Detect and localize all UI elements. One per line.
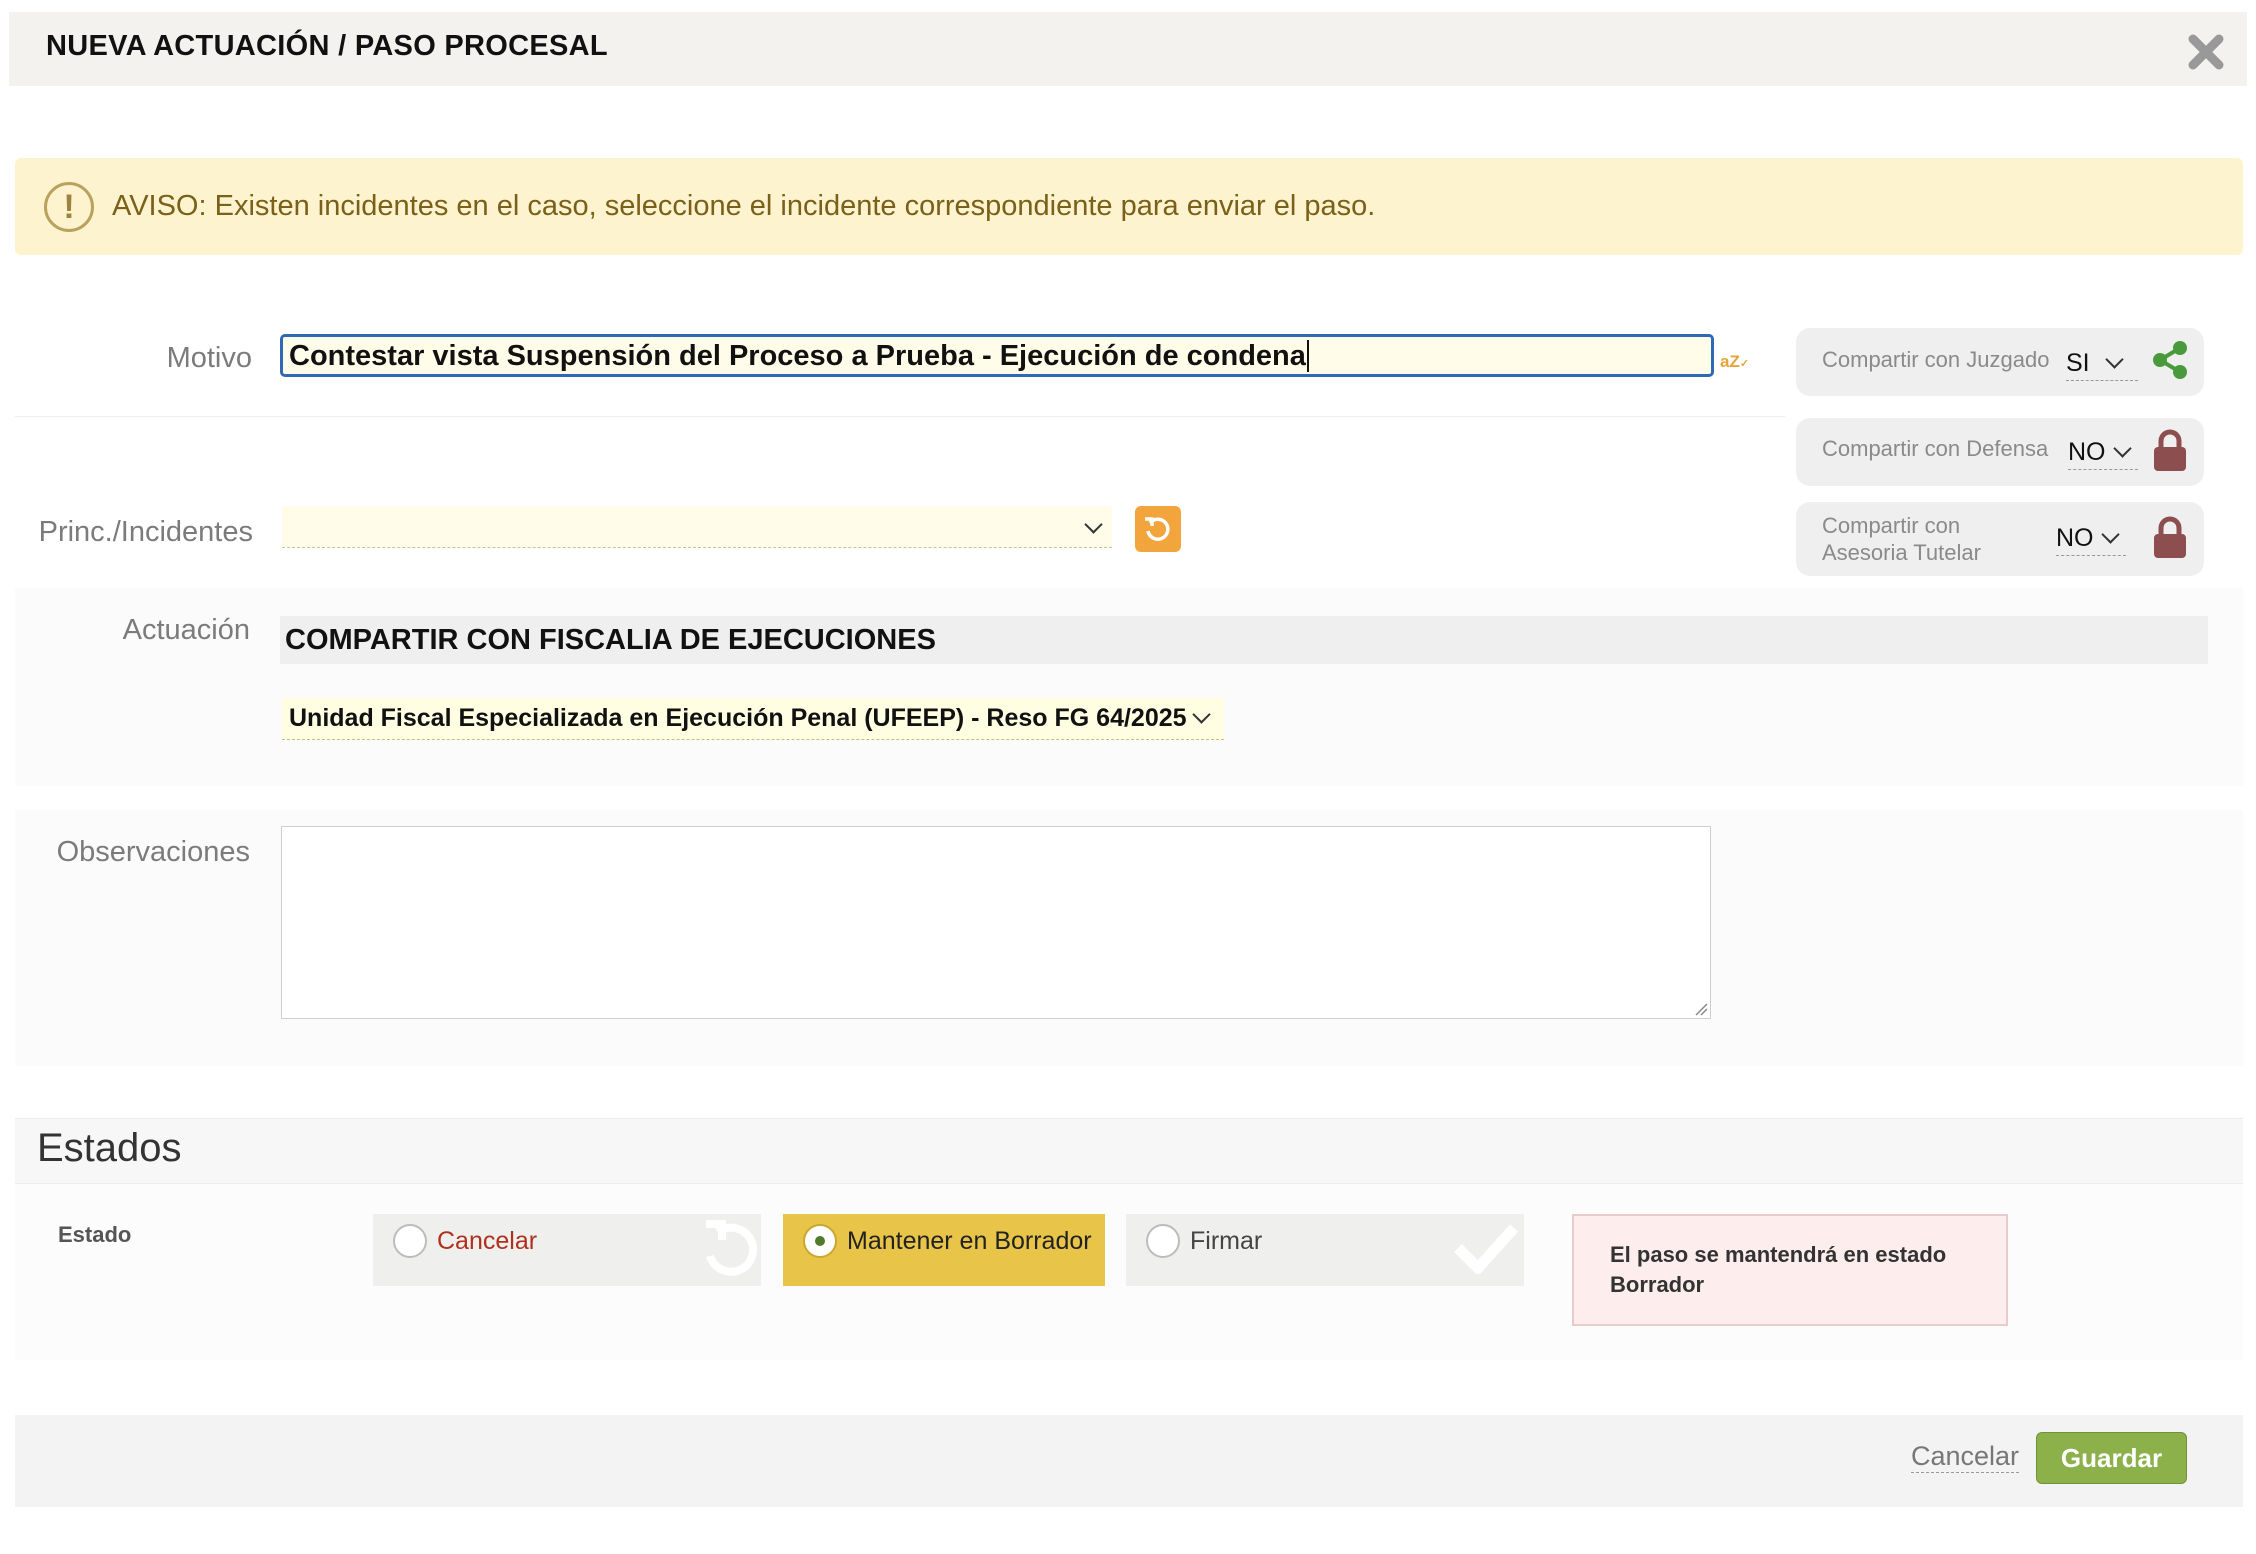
share-defensa-select[interactable]: NO	[2068, 438, 2138, 470]
radio-firmar[interactable]	[1146, 1224, 1180, 1258]
estado-label: Estado	[58, 1222, 132, 1247]
divider	[15, 416, 1785, 417]
estado-option-cancelar-label: Cancelar	[437, 1227, 538, 1255]
refresh-icon	[1145, 517, 1170, 541]
lock-icon	[2154, 516, 2186, 558]
unidad-fiscal-value: Unidad Fiscal Especializada en Ejecución…	[289, 704, 1211, 733]
warning-text: AVISO: Existen incidentes en el caso, se…	[112, 190, 1376, 222]
undo-icon	[706, 1220, 758, 1276]
estado-option-firmar-label: Firmar	[1190, 1227, 1263, 1255]
motivo-input[interactable]: Contestar vista Suspensión del Proceso a…	[280, 334, 1714, 377]
actuacion-label: Actuación	[122, 614, 250, 646]
radio-cancelar[interactable]	[393, 1224, 427, 1258]
share-juzgado-select[interactable]: SI	[2066, 349, 2138, 381]
exclamation-circle-icon: !	[44, 182, 94, 232]
observaciones-textarea[interactable]	[281, 826, 1711, 1019]
modal-footer	[15, 1415, 2243, 1507]
share-asesoria-select[interactable]: NO	[2056, 524, 2126, 556]
observaciones-label: Observaciones	[56, 836, 250, 868]
share-defensa-label: Compartir con Defensa	[1822, 436, 2049, 461]
modal-title: NUEVA ACTUACIÓN / PASO PROCESAL	[46, 30, 608, 62]
close-icon[interactable]	[2186, 32, 2226, 72]
princ-incidentes-select[interactable]	[282, 506, 1112, 548]
checkmark-icon	[1454, 1224, 1518, 1274]
motivo-label: Motivo	[166, 342, 252, 374]
refresh-button[interactable]	[1135, 506, 1181, 552]
share-icon[interactable]	[2152, 340, 2188, 380]
estado-option-borrador-label: Mantener en Borrador	[847, 1227, 1092, 1255]
actuacion-title: COMPARTIR CON FISCALIA DE EJECUCIONES	[285, 624, 936, 656]
estados-header	[15, 1118, 2243, 1184]
share-asesoria-label: Compartir con Asesoria Tutelar	[1822, 513, 1981, 565]
lock-icon	[2154, 429, 2186, 471]
estado-status-message: El paso se mantendrá en estado Borrador	[1610, 1242, 1947, 1297]
princ-label: Princ./Incidentes	[38, 516, 253, 548]
radio-borrador[interactable]	[803, 1224, 837, 1258]
spellcheck-icon[interactable]: aZ✓	[1720, 352, 1749, 372]
estados-title: Estados	[37, 1126, 182, 1170]
cancel-link[interactable]: Cancelar	[1911, 1441, 2020, 1473]
resize-handle-icon[interactable]	[1694, 1002, 1708, 1016]
share-juzgado-label: Compartir con Juzgado	[1822, 347, 2050, 372]
save-button[interactable]: Guardar	[2036, 1432, 2187, 1484]
